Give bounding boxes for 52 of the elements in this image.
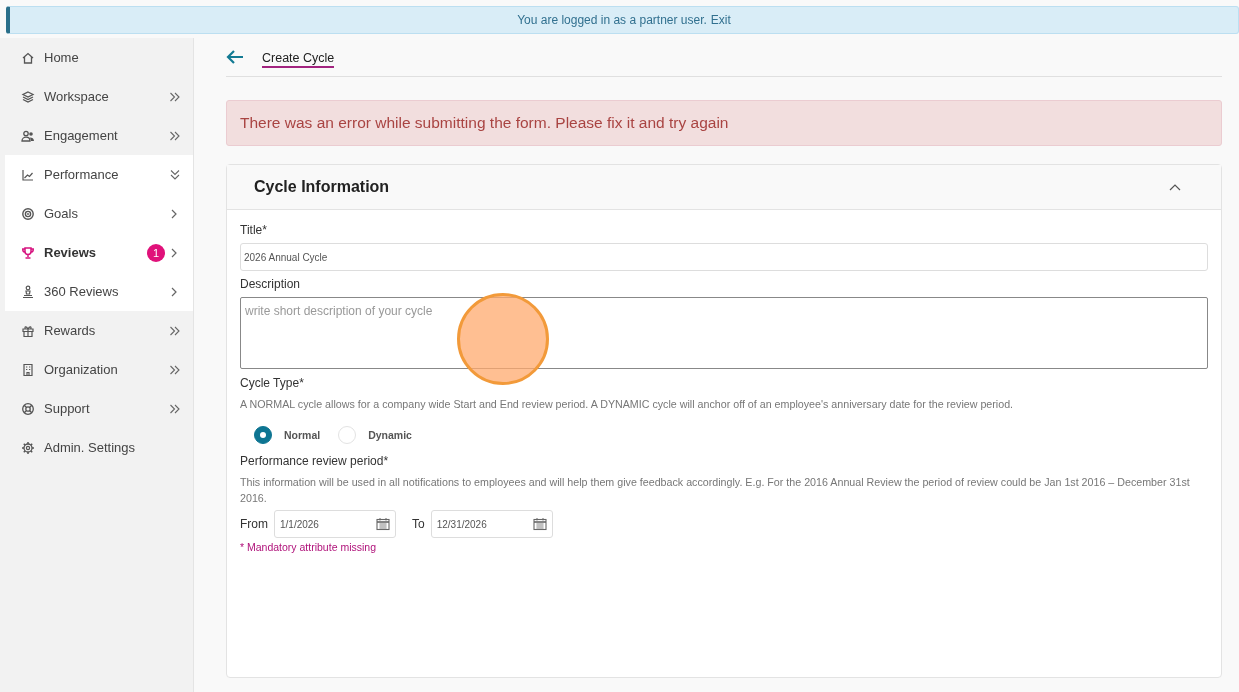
sidebar-item[interactable]: Admin. Settings bbox=[0, 428, 193, 467]
double-chevron-right-icon bbox=[169, 363, 181, 376]
sidebar-item[interactable]: Workspace bbox=[0, 77, 193, 116]
section-header[interactable]: Cycle Information bbox=[227, 165, 1221, 210]
person-icon bbox=[21, 284, 35, 299]
sidebar-item[interactable]: Organization bbox=[0, 350, 193, 389]
radio-option[interactable]: Normal bbox=[254, 426, 321, 444]
double-chevron-right-icon bbox=[169, 402, 181, 415]
double-chevron-right-icon bbox=[169, 324, 181, 337]
sidebar-item[interactable]: Support bbox=[0, 389, 193, 428]
sidebar-item[interactable]: Goals bbox=[5, 194, 193, 233]
date-field[interactable]: 1/1/2026 bbox=[274, 510, 396, 538]
title-field[interactable]: 2026 Annual Cycle bbox=[240, 243, 1208, 271]
trophy-icon bbox=[21, 245, 35, 260]
gift-icon bbox=[21, 323, 35, 338]
chart-icon bbox=[21, 167, 35, 182]
login-notice-text: You are logged in as a partner user. bbox=[517, 13, 707, 27]
date-label: To bbox=[412, 517, 425, 531]
sidebar-item[interactable]: 360 Reviews bbox=[5, 272, 193, 311]
count-badge: 1 bbox=[147, 243, 165, 262]
field-label: Title* bbox=[240, 223, 268, 237]
layers-icon bbox=[21, 89, 35, 104]
date-label: From bbox=[240, 517, 268, 531]
sidebar-item[interactable]: Performance bbox=[5, 155, 193, 194]
field-label: Description bbox=[240, 277, 302, 291]
building-icon bbox=[21, 362, 35, 377]
people-icon bbox=[21, 128, 35, 143]
description-field[interactable]: write short description of your cycle bbox=[240, 297, 1208, 369]
calendar-icon bbox=[376, 517, 390, 531]
page-title: Create Cycle bbox=[262, 51, 335, 68]
validation-error: * Mandatory attribute missing bbox=[240, 541, 377, 553]
sidebar-item[interactable]: Reviews 1 bbox=[5, 233, 193, 272]
double-chevron-right-icon bbox=[169, 90, 181, 103]
sidebar-item[interactable]: Rewards bbox=[0, 311, 193, 350]
field-label: Performance review period* bbox=[240, 454, 390, 468]
error-alert: There was an error while submitting the form. Please fix it and try again bbox=[226, 100, 1222, 146]
back-arrow-icon bbox=[226, 49, 244, 65]
help-text: A NORMAL cycle allows for a company wide Start and End review period. A DYNAMIC cycle will anchor off of an employee's anniversary date for the review period. bbox=[240, 397, 1015, 412]
section-title: Cycle Information bbox=[254, 178, 390, 196]
field-label: Cycle Type* bbox=[240, 376, 305, 390]
target-icon bbox=[21, 206, 35, 221]
calendar-icon bbox=[532, 517, 547, 531]
help-text: This information will be used in all notifications to employees and will help them give feedback accordingly. E.g. For the 2016 Annual Review the period of review could be Jan 1st 2016 – December 31st 2016. bbox=[240, 475, 1191, 506]
gear-icon bbox=[21, 440, 35, 455]
double-chevron-right-icon bbox=[169, 129, 181, 142]
exit-link[interactable]: Exit bbox=[710, 13, 731, 27]
sidebar-item[interactable]: Home bbox=[0, 38, 193, 77]
home-icon bbox=[21, 50, 35, 65]
sidebar-item[interactable]: Engagement bbox=[0, 116, 193, 155]
radio-option[interactable]: Dynamic bbox=[338, 426, 412, 444]
date-field[interactable]: 12/31/2026 bbox=[430, 510, 553, 538]
lifebuoy-icon bbox=[21, 401, 35, 416]
